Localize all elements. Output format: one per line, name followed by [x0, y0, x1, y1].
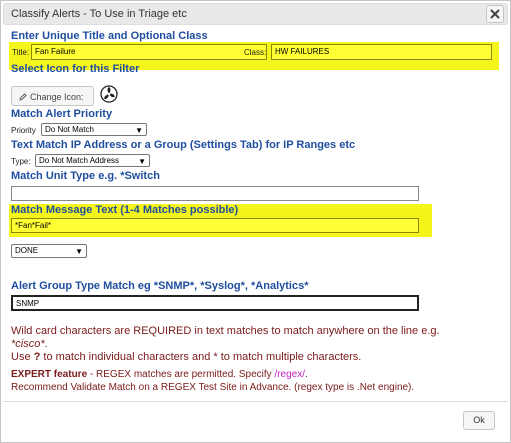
- priority-label: Priority: [11, 126, 36, 135]
- message-heading: Match Message Text (1-4 Matches possible…: [11, 204, 239, 216]
- match-count-selected: DONE: [15, 246, 39, 255]
- change-icon-button[interactable]: Change Icon:: [11, 86, 94, 106]
- group-heading: Alert Group Type Match eg *SNMP*, *Syslo…: [11, 280, 309, 292]
- match-count-select[interactable]: DONE ▼: [11, 244, 87, 258]
- dialog-titlebar[interactable]: Classify Alerts - To Use in Triage etc: [3, 3, 508, 25]
- title-input[interactable]: Fan Failure: [31, 44, 267, 60]
- recommend-note: Recommend Validate Match on a REGEX Test…: [11, 382, 415, 393]
- priority-heading: Match Alert Priority: [11, 108, 113, 120]
- dialog-title: Classify Alerts - To Use in Triage etc: [11, 8, 187, 20]
- expert-label: EXPERT feature: [11, 369, 88, 380]
- ip-heading: Text Match IP Address or a Group (Settin…: [11, 139, 356, 151]
- priority-selected: Do Not Match: [45, 125, 94, 134]
- wildcard-usage-note: Use ? to match individual characters and…: [11, 351, 361, 363]
- wildcard-note: Wild card characters are REQUIRED in tex…: [11, 325, 506, 351]
- icon-heading: Select Icon for this Filter: [11, 63, 140, 75]
- classify-alerts-dialog: Classify Alerts - To Use in Triage etc E…: [0, 0, 511, 443]
- class-input[interactable]: HW FAILURES: [271, 44, 492, 60]
- priority-select[interactable]: Do Not Match ▼: [41, 123, 147, 136]
- ip-type-select[interactable]: Do Not Match Address ▼: [35, 154, 150, 167]
- regex-example: /regex/: [274, 369, 306, 380]
- chevron-down-icon: ▼: [135, 126, 143, 135]
- message-text-input[interactable]: *Fan*Fail*: [11, 218, 419, 233]
- footer-divider: [3, 401, 508, 402]
- class-label: Class:: [244, 48, 267, 57]
- pencil-icon: [19, 93, 27, 101]
- ok-button[interactable]: Ok: [463, 411, 495, 430]
- title-class-heading: Enter Unique Title and Optional Class: [11, 30, 208, 42]
- usage-text-a: Use: [11, 351, 34, 363]
- unit-type-input[interactable]: [11, 186, 419, 201]
- ip-type-label: Type:: [11, 157, 31, 166]
- fan-icon[interactable]: [100, 85, 118, 103]
- wildcard-note-end: .: [44, 338, 48, 350]
- chevron-down-icon: ▼: [75, 247, 83, 256]
- wildcard-example: *cisco*: [11, 338, 45, 350]
- close-button[interactable]: [486, 5, 504, 23]
- unit-heading: Match Unit Type e.g. *Switch: [11, 170, 160, 182]
- expert-text: - REGEX matches are permitted. Specify: [87, 369, 275, 380]
- chevron-down-icon: ▼: [138, 157, 146, 166]
- ip-type-selected: Do Not Match Address: [39, 156, 120, 165]
- alert-group-input[interactable]: SNMP: [11, 295, 419, 311]
- expert-note: EXPERT feature - REGEX matches are permi…: [11, 369, 308, 380]
- close-icon: [490, 9, 500, 19]
- title-label: Title:: [12, 48, 30, 57]
- expert-end: .: [305, 369, 308, 380]
- wildcard-note-text: Wild card characters are REQUIRED in tex…: [11, 325, 440, 337]
- usage-text-b: to match individual characters and * to …: [40, 351, 362, 363]
- change-icon-label: Change Icon:: [30, 92, 84, 102]
